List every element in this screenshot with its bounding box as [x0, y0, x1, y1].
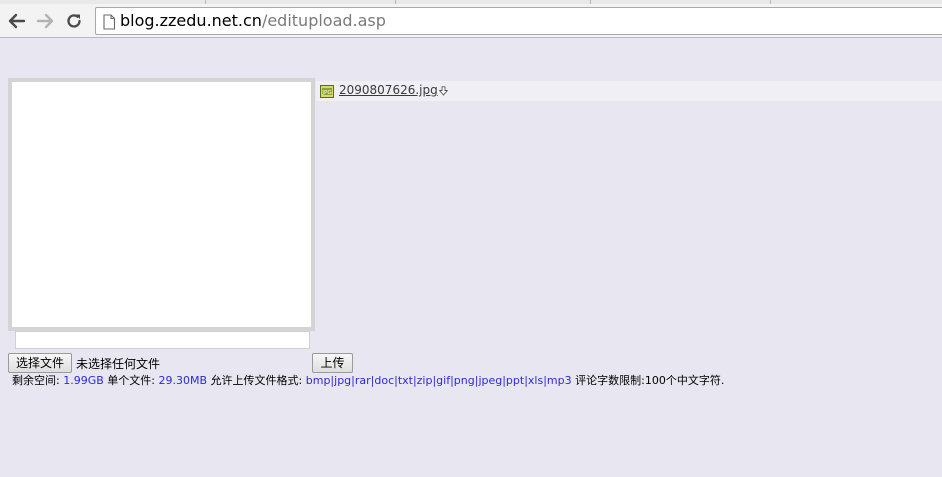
single-file-label: 单个文件: [107, 374, 155, 387]
formats-value: bmp|jpg|rar|doc|txt|zip|gif|png|jpeg|ppt… [305, 374, 572, 387]
svg-text:JPG: JPG [321, 90, 331, 96]
image-preview [8, 78, 315, 331]
url-host: blog.zzedu.net.cn [120, 11, 262, 30]
upload-info: 剩余空间: 1.99GB 单个文件: 29.30MB 允许上传文件格式: bmp… [12, 373, 724, 388]
upload-button[interactable]: 上传 [312, 353, 353, 373]
jpg-file-icon: JPG [320, 85, 334, 98]
space-value: 1.99GB [63, 374, 104, 387]
single-file-value: 29.30MB [158, 374, 208, 387]
back-arrow-icon [8, 13, 26, 29]
description-input[interactable] [15, 331, 310, 349]
space-label: 剩余空间: [12, 374, 60, 387]
browser-toolbar: blog.zzedu.net.cn/editupload.asp [0, 4, 942, 38]
reload-icon [67, 14, 81, 28]
page-icon [103, 14, 116, 30]
choose-file-button[interactable]: 选择文件 [8, 353, 72, 373]
back-button[interactable] [5, 9, 29, 33]
address-bar[interactable]: blog.zzedu.net.cn/editupload.asp [95, 7, 942, 35]
forward-button[interactable] [33, 9, 57, 33]
url-text: blog.zzedu.net.cn/editupload.asp [120, 12, 386, 30]
insert-arrow-icon[interactable] [439, 86, 448, 96]
forward-arrow-icon [36, 13, 54, 29]
no-file-label: 未选择任何文件 [76, 357, 161, 371]
url-path: /editupload.asp [261, 11, 386, 30]
attachment-link[interactable]: 2090807626.jpg [339, 83, 438, 97]
reload-button[interactable] [62, 9, 86, 33]
attachment-row: JPG 2090807626.jpg [316, 81, 942, 101]
formats-label: 允许上传文件格式: [210, 374, 303, 387]
comment-limit-text: 评论字数限制:100个中文字符. [575, 374, 725, 387]
